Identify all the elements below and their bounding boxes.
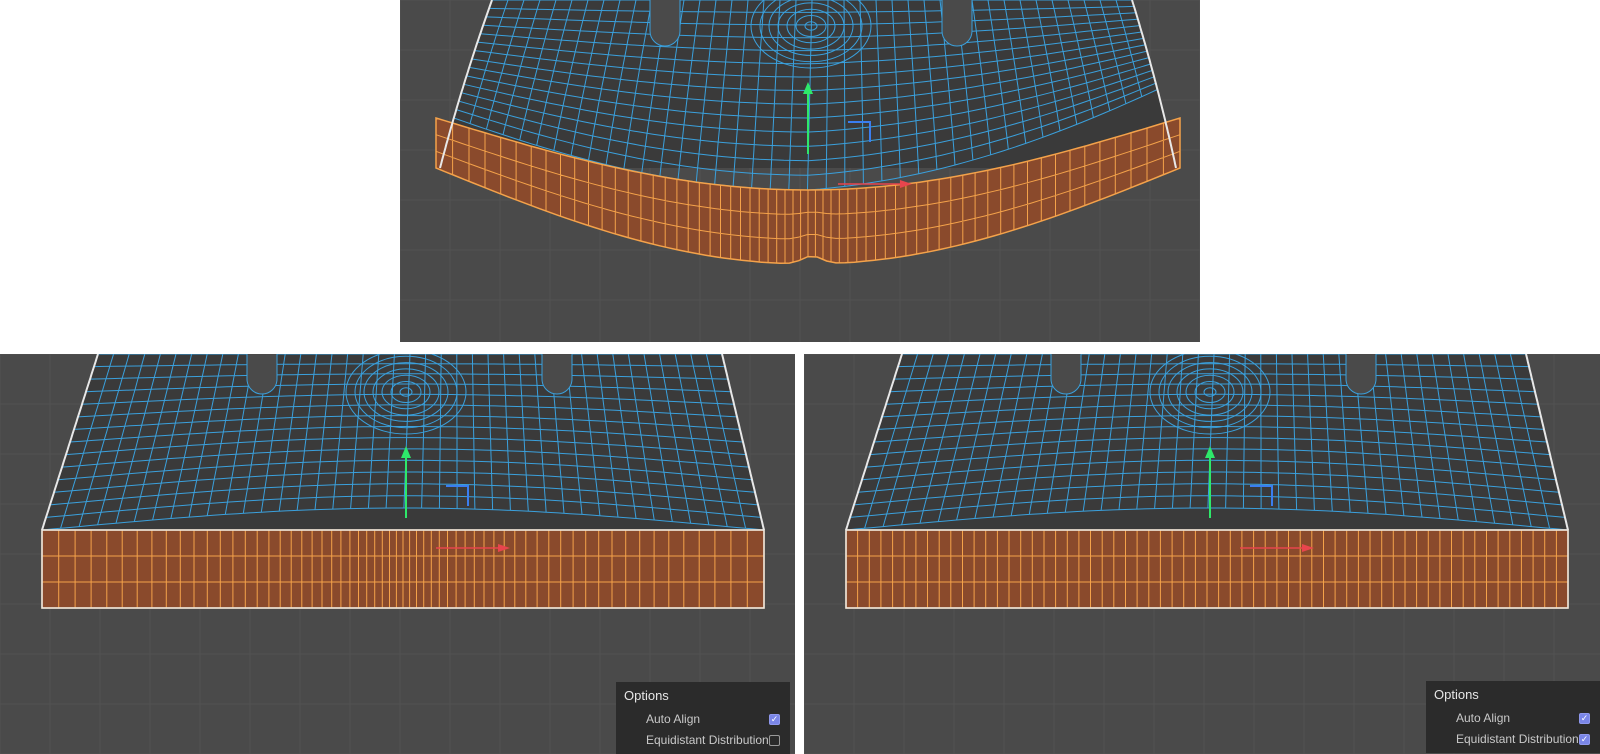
- uv-hole: [541, 354, 573, 395]
- equidistant-distribution-checkbox[interactable]: ✓: [1579, 733, 1590, 745]
- uv-hole: [649, 0, 681, 47]
- option-equidistant-label: Equidistant Distribution: [646, 733, 769, 747]
- option-equidistant-distribution[interactable]: Equidistant Distribution: [646, 731, 780, 749]
- options-title: Options: [624, 688, 669, 703]
- uv-shell: [846, 354, 1568, 530]
- options-panel: Options Auto Align ✓ Equidistant Distrib…: [1426, 681, 1600, 753]
- auto-align-checkbox[interactable]: ✓: [1579, 712, 1590, 724]
- option-auto-align[interactable]: Auto Align ✓: [646, 710, 780, 728]
- uv-hole: [1050, 354, 1082, 395]
- option-auto-align-label: Auto Align: [1456, 711, 1511, 725]
- option-auto-align[interactable]: Auto Align ✓: [1456, 709, 1590, 727]
- check-icon: ✓: [1580, 733, 1589, 744]
- uv-shell: [42, 354, 764, 530]
- check-icon: ✓: [1580, 712, 1589, 723]
- uv-hole: [246, 354, 278, 395]
- option-equidistant-label: Equidistant Distribution: [1456, 732, 1579, 746]
- uv-mesh-canvas-top[interactable]: [400, 0, 1200, 342]
- uv-hole: [1345, 354, 1377, 395]
- options-panel: Options Auto Align ✓ Equidistant Distrib…: [616, 682, 790, 754]
- auto-align-checkbox[interactable]: ✓: [769, 713, 780, 725]
- uv-hole: [941, 0, 973, 47]
- uv-viewport-top[interactable]: [400, 0, 1200, 342]
- uv-viewport-bottom-right[interactable]: Options Auto Align ✓ Equidistant Distrib…: [804, 354, 1600, 754]
- options-title: Options: [1434, 687, 1479, 702]
- option-equidistant-distribution[interactable]: Equidistant Distribution ✓: [1456, 730, 1590, 748]
- check-icon: ✓: [770, 713, 779, 724]
- equidistant-distribution-checkbox[interactable]: [769, 734, 780, 746]
- uv-viewport-bottom-left[interactable]: Options Auto Align ✓ Equidistant Distrib…: [0, 354, 795, 754]
- option-auto-align-label: Auto Align: [646, 712, 701, 726]
